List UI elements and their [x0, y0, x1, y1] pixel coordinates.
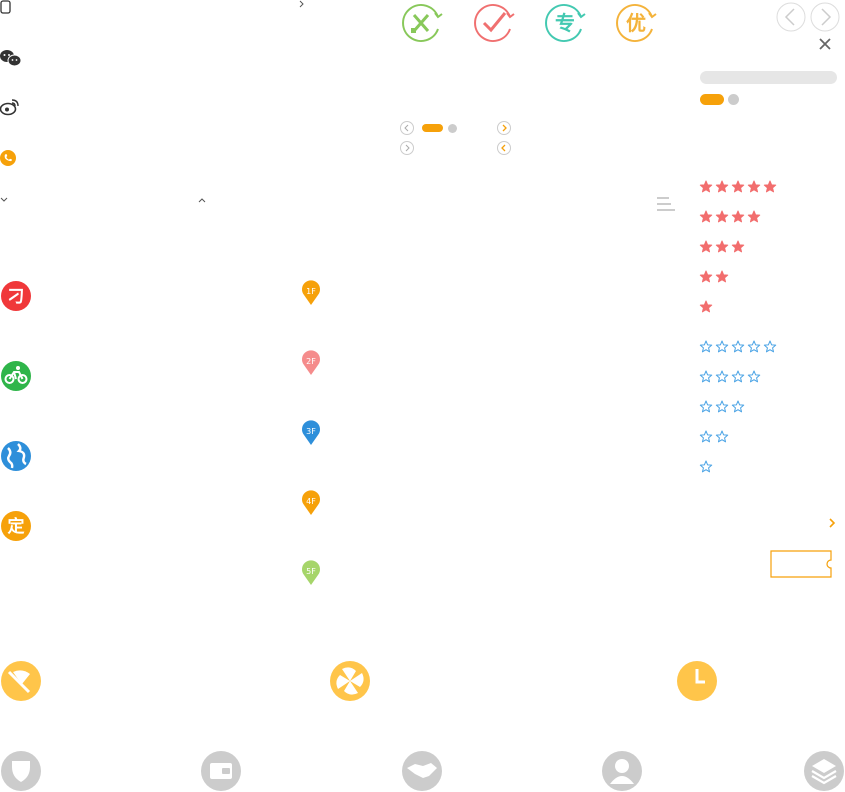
- weibo-icon: [0, 98, 20, 116]
- you-icon: 优: [614, 1, 658, 45]
- user-icon: [601, 750, 643, 792]
- floor-pin-label: 5F: [306, 567, 316, 576]
- badge-ji-icon: 刁: [0, 280, 32, 312]
- clover-badge-icon: [329, 660, 371, 702]
- next-arrow-button[interactable]: [810, 2, 840, 32]
- pager-dot[interactable]: [728, 94, 739, 105]
- badge-bike-icon: [0, 360, 32, 392]
- filled-star-rating-2[interactable]: [699, 270, 732, 284]
- floor-pin-label: 1F: [306, 287, 316, 296]
- layers-icon: [803, 750, 845, 792]
- small-pager-active-dot[interactable]: [422, 124, 443, 132]
- badge-ding-icon: 定: [0, 510, 32, 542]
- floor-pin-3f[interactable]: 3F: [301, 420, 321, 446]
- chevron-right-icon[interactable]: [298, 0, 306, 8]
- shield-icon: [0, 750, 42, 792]
- floor-pin-label: 2F: [306, 357, 316, 366]
- floor-pin-label: 4F: [306, 497, 316, 506]
- flag-badge-icon: [0, 660, 42, 702]
- small-prev-button[interactable]: [400, 121, 414, 135]
- edit-tool-icon: [400, 1, 444, 45]
- handshake-icon: [401, 750, 443, 792]
- prev-arrow-button[interactable]: [776, 2, 806, 32]
- svg-text:优: 优: [626, 11, 646, 35]
- phone-outline-icon: [0, 0, 12, 14]
- filled-star-rating-4[interactable]: [699, 210, 764, 224]
- close-icon[interactable]: [819, 38, 831, 50]
- outline-star-rating-2[interactable]: [699, 430, 732, 444]
- svg-text:定: 定: [8, 516, 25, 537]
- chevron-right-orange-icon[interactable]: [828, 518, 836, 528]
- chevron-down-icon[interactable]: [0, 196, 8, 204]
- zhuan-icon: 专: [543, 1, 587, 45]
- outline-star-rating-4[interactable]: [699, 370, 764, 384]
- small-back-button[interactable]: [497, 141, 511, 155]
- outline-star-rating-1[interactable]: [699, 460, 716, 474]
- small-forward-button[interactable]: [400, 141, 414, 155]
- check-icon: [472, 1, 516, 45]
- small-pager-dot[interactable]: [448, 124, 457, 133]
- svg-text:专: 专: [555, 11, 575, 35]
- filled-star-rating-3[interactable]: [699, 240, 748, 254]
- floor-pin-5f[interactable]: 5F: [301, 560, 321, 586]
- call-icon[interactable]: [0, 150, 16, 166]
- outline-star-rating-3[interactable]: [699, 400, 748, 414]
- menu-icon[interactable]: [657, 196, 677, 212]
- floor-pin-2f[interactable]: 2F: [301, 350, 321, 376]
- floor-pin-4f[interactable]: 4F: [301, 490, 321, 516]
- wallet-icon: [200, 750, 242, 792]
- filled-star-rating-5[interactable]: [699, 180, 780, 194]
- small-next-button[interactable]: [497, 121, 511, 135]
- chevron-up-icon[interactable]: [198, 196, 206, 204]
- clock-badge-icon: [676, 660, 718, 702]
- pager-active-dot[interactable]: [700, 94, 724, 105]
- ticket-tag[interactable]: [770, 550, 836, 578]
- svg-text:刁: 刁: [8, 287, 25, 307]
- outline-star-rating-5[interactable]: [699, 340, 780, 354]
- floor-pin-1f[interactable]: 1F: [301, 280, 321, 306]
- floor-pin-label: 3F: [306, 427, 316, 436]
- progress-track: [700, 71, 837, 84]
- badge-globe-icon: [0, 440, 32, 472]
- filled-star-rating-1[interactable]: [699, 300, 716, 314]
- wechat-icon: [0, 48, 22, 68]
